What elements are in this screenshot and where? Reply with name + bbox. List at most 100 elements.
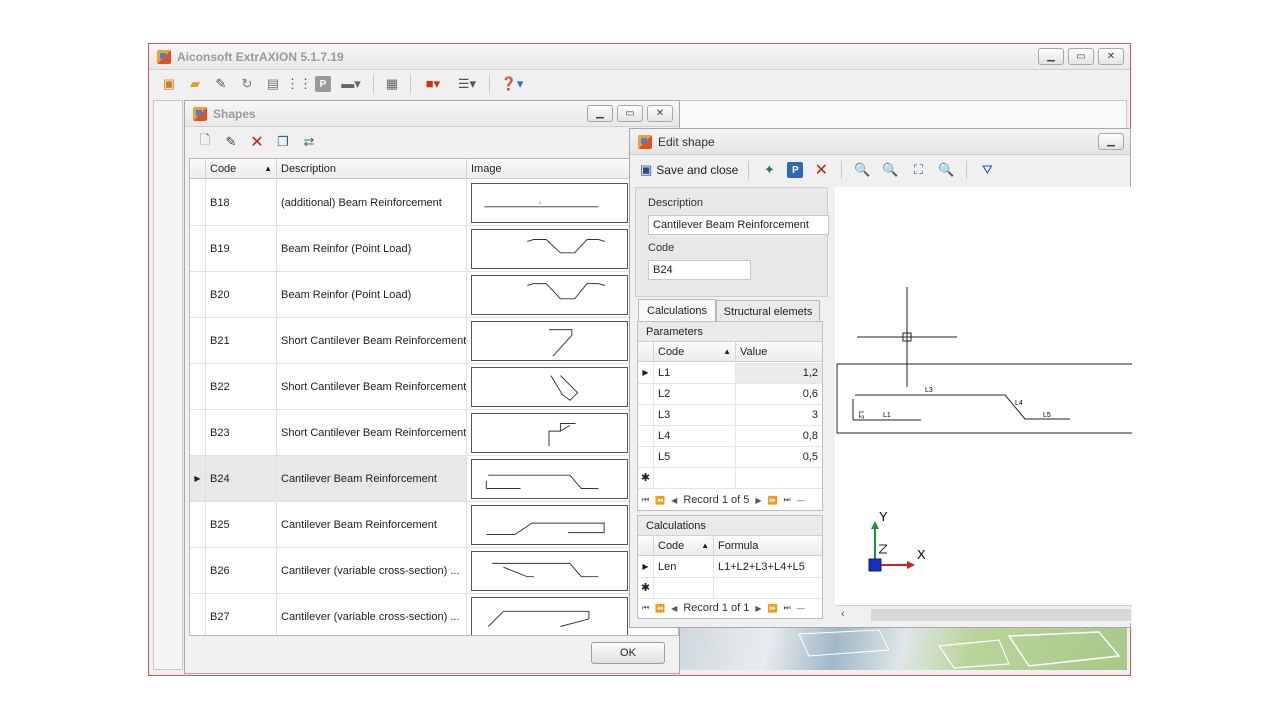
param-value[interactable]: 0,6: [736, 384, 822, 404]
close-button[interactable]: ✕: [1098, 48, 1124, 65]
properties-panel: Description Cantilever Beam Reinforcemen…: [635, 187, 829, 297]
ok-button[interactable]: OK: [591, 642, 665, 664]
param-col-value[interactable]: Value: [736, 342, 822, 361]
shapes-minimize-button[interactable]: ▁: [587, 105, 613, 122]
table-row[interactable]: B27 Cantilever (variable cross-section) …: [190, 594, 678, 635]
zoom-window-icon[interactable]: 🔍: [936, 160, 956, 180]
parameter-row[interactable]: L2 0,6: [638, 384, 822, 405]
scroll-left-icon[interactable]: ‹: [841, 608, 845, 620]
structure-icon[interactable]: ⋮⋮: [286, 74, 312, 94]
shapes-maximize-button[interactable]: ▭: [617, 105, 643, 122]
scrollbar-thumb[interactable]: [871, 609, 1131, 621]
parameter-row[interactable]: L4 0,8: [638, 426, 822, 447]
canvas-horizontal-scrollbar[interactable]: ‹: [835, 605, 1132, 623]
next-page-icon[interactable]: ⏩: [768, 604, 778, 613]
row-description: (additional) Beam Reinforcement: [277, 180, 467, 225]
table-row[interactable]: B23 Short Cantilever Beam Reinforcement: [190, 410, 678, 456]
tab-structural-elements[interactable]: Structural elemets: [716, 300, 820, 322]
table-row[interactable]: B20 Beam Reinfor (Point Load): [190, 272, 678, 318]
next-page-icon[interactable]: ⏩: [768, 496, 778, 505]
prev-page-icon[interactable]: ⏪: [655, 604, 665, 613]
param-value[interactable]: 0,8: [736, 426, 822, 446]
book-icon[interactable]: ■▾: [419, 74, 447, 94]
calc-col-formula[interactable]: Formula: [714, 536, 822, 555]
prev-page-icon[interactable]: ⏪: [655, 496, 665, 505]
parameter-row[interactable]: L3 3: [638, 405, 822, 426]
shape-drawing: L3 L1 L2 L4 L5 Y X: [836, 287, 1132, 572]
remove-record-icon[interactable]: —: [797, 496, 805, 505]
edit-shape-title: Edit shape: [658, 134, 715, 149]
calculation-row[interactable]: ▶ Len L1+L2+L3+L4+L5: [638, 557, 822, 578]
list-icon[interactable]: ☰▾: [453, 74, 481, 94]
column-header-code[interactable]: Code ▲: [206, 159, 277, 178]
zoom-in-icon[interactable]: 🔍: [852, 160, 872, 180]
edit-icon[interactable]: ✎: [211, 74, 231, 94]
shapes-toolbar: 🗋 ✎ ✕ ❐ ⇄: [195, 132, 319, 152]
table-row[interactable]: B18 (additional) Beam Reinforcement L: [190, 180, 678, 226]
row-description: Short Cantilever Beam Reinforcement: [277, 410, 467, 455]
code-field[interactable]: B24: [648, 260, 751, 280]
table-row[interactable]: B19 Beam Reinfor (Point Load): [190, 226, 678, 272]
wand-icon[interactable]: ✦: [759, 160, 779, 180]
param-col-code[interactable]: Code ▲: [654, 342, 736, 361]
new-row-icon: ✱: [638, 578, 654, 598]
param-value[interactable]: 3: [736, 405, 822, 425]
help-icon[interactable]: ❓▾: [498, 74, 526, 94]
save-close-button[interactable]: ▣ Save and close: [640, 162, 738, 178]
description-field[interactable]: Cantilever Beam Reinforcement: [648, 215, 829, 235]
new-icon[interactable]: 🗋: [195, 132, 215, 152]
row-code: B22: [206, 364, 277, 409]
param-code: L5: [654, 447, 736, 467]
first-record-icon[interactable]: ⏮: [642, 603, 649, 613]
layout-icon[interactable]: ▦: [382, 74, 402, 94]
edit-minimize-button[interactable]: ▁: [1098, 133, 1124, 150]
column-header-description[interactable]: Description: [277, 159, 467, 178]
shapes-close-button[interactable]: ✕: [647, 105, 673, 122]
zoom-out-icon[interactable]: 🔍: [880, 160, 900, 180]
next-record-icon[interactable]: ▶: [755, 604, 761, 613]
print-icon[interactable]: ▤: [263, 74, 283, 94]
calc-col-code[interactable]: Code ▲: [654, 536, 714, 555]
table-row[interactable]: B25 Cantilever Beam Reinforcement: [190, 502, 678, 548]
table-row[interactable]: B21 Short Cantilever Beam Reinforcement: [190, 318, 678, 364]
tab-calculations[interactable]: Calculations: [638, 299, 716, 321]
remove-record-icon[interactable]: —: [797, 604, 805, 613]
next-record-icon[interactable]: ▶: [755, 496, 761, 505]
sort-ascending-icon: ▲: [264, 164, 272, 173]
last-record-icon[interactable]: ⏭: [784, 495, 791, 505]
table-row[interactable]: B26 Cantilever (variable cross-section) …: [190, 548, 678, 594]
label-l3: L3: [925, 387, 933, 394]
prev-record-icon[interactable]: ◀: [671, 496, 677, 505]
table-row-selected[interactable]: ▶ B24 Cantilever Beam Reinforcement: [190, 456, 678, 502]
zoom-extents-icon[interactable]: ⛶: [908, 160, 928, 180]
panel-splitter[interactable]: [829, 187, 834, 623]
dimension-icon[interactable]: ⛛: [977, 160, 997, 180]
p-icon[interactable]: P: [787, 162, 804, 178]
param-value[interactable]: 1,2: [736, 363, 822, 383]
delete-icon[interactable]: ✕: [247, 132, 267, 152]
delete-icon[interactable]: ✕: [811, 160, 831, 180]
minimize-button[interactable]: ▁: [1038, 48, 1064, 65]
parameter-row[interactable]: L5 0,5: [638, 447, 822, 468]
copy-icon[interactable]: ❐: [273, 132, 293, 152]
label-l1: L1: [883, 412, 891, 419]
new-project-icon[interactable]: ▣: [159, 74, 179, 94]
calculator-icon[interactable]: ▬▾: [337, 74, 365, 94]
prev-record-icon[interactable]: ◀: [671, 604, 677, 613]
param-value[interactable]: 0,5: [736, 447, 822, 467]
last-record-icon[interactable]: ⏭: [784, 603, 791, 613]
calc-formula[interactable]: L1+L2+L3+L4+L5: [714, 557, 822, 577]
parameter-row[interactable]: ▶ L1 1,2: [638, 363, 822, 384]
open-folder-icon[interactable]: ▰: [185, 74, 205, 94]
new-row[interactable]: ✱: [638, 468, 822, 489]
table-row[interactable]: B22 Short Cantilever Beam Reinforcement: [190, 364, 678, 410]
new-row[interactable]: ✱: [638, 578, 822, 599]
refresh-icon[interactable]: ↻: [237, 74, 257, 94]
import-icon[interactable]: ⇄: [299, 132, 319, 152]
parameters-grid: Parameters Code ▲ Value ▶ L1 1,2 L2 0,6 L…: [637, 321, 823, 511]
edit-icon[interactable]: ✎: [221, 132, 241, 152]
maximize-button[interactable]: ▭: [1068, 48, 1094, 65]
drawing-canvas[interactable]: L3 L1 L2 L4 L5 Y X: [835, 187, 1132, 605]
p-icon[interactable]: P: [315, 76, 331, 92]
first-record-icon[interactable]: ⏮: [642, 495, 649, 505]
